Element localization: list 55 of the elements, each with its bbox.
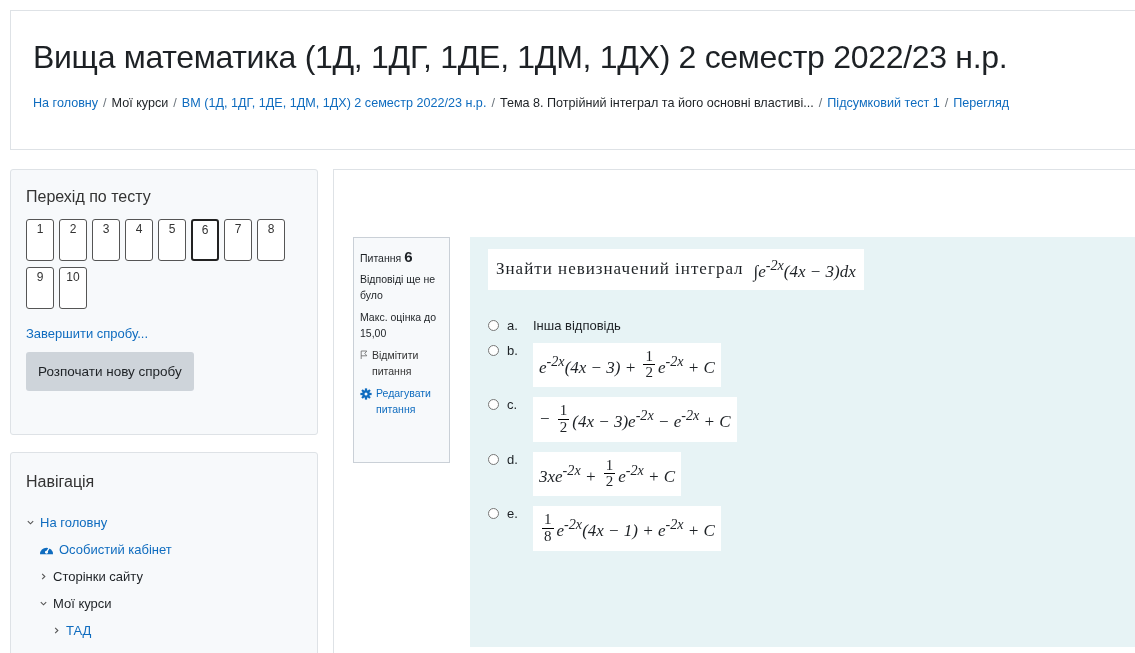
question-button[interactable]: 3: [92, 219, 120, 261]
breadcrumb-separator: /: [491, 96, 495, 110]
question-button[interactable]: 7: [224, 219, 252, 261]
breadcrumb-separator: /: [173, 96, 177, 110]
edit-question-link[interactable]: Редагувати питання: [376, 385, 443, 417]
option-letter: e.: [507, 506, 519, 522]
breadcrumb-separator: /: [944, 96, 949, 110]
flag-question-link[interactable]: Відмітити питання: [372, 347, 443, 379]
max-mark: Макс. оцінка до 15,00: [360, 310, 438, 341]
question-button[interactable]: 10: [59, 267, 87, 309]
question-button[interactable]: 4: [125, 219, 153, 261]
radio-button[interactable]: [488, 453, 499, 465]
radio-button[interactable]: [488, 319, 499, 331]
chevron-right-icon[interactable]: [52, 626, 61, 635]
question-button[interactable]: 1: [26, 219, 54, 261]
flag-icon: [360, 350, 368, 360]
nav-link[interactable]: Особистий кабінет: [59, 542, 172, 557]
breadcrumb-link[interactable]: На головну: [33, 96, 99, 110]
question-text: Знайти невизначений інтеграл: [496, 259, 744, 280]
chevron-down-icon[interactable]: [26, 518, 35, 527]
option-letter: d.: [507, 451, 519, 467]
nav-item[interactable]: Мої курси: [53, 596, 112, 611]
card-title: Навігація: [26, 473, 96, 491]
radio-button[interactable]: [488, 508, 499, 520]
breadcrumb-item: Мої курси: [111, 96, 169, 110]
radio-button[interactable]: [488, 399, 499, 411]
option-text: Інша відповідь: [533, 317, 621, 333]
nav-link[interactable]: ТАД: [66, 623, 92, 638]
breadcrumb-link[interactable]: ВМ (1Д, 1ДГ, 1ДЕ, 1ДМ, 1ДХ) 2 семестр 2022/23 н.р.: [181, 96, 487, 110]
breadcrumb-link[interactable]: Підсумковий тест 1: [827, 96, 940, 110]
settings-icon: [360, 388, 372, 400]
nav-link[interactable]: На головну: [40, 515, 108, 530]
breadcrumb-item: Тема 8. Потрійний інтеграл та його основні властиві...: [499, 96, 814, 110]
card-title: Перехід по тесту: [26, 188, 152, 206]
chevron-right-icon[interactable]: [39, 572, 48, 581]
chevron-down-icon[interactable]: [39, 599, 48, 608]
nav-item[interactable]: Сторінки сайту: [53, 569, 143, 584]
question-number: Питання 6: [360, 248, 414, 265]
question-button[interactable]: 2: [59, 219, 87, 261]
question-state: Відповіді ще не було: [360, 272, 437, 303]
breadcrumb-separator: /: [818, 96, 823, 110]
integral-formula: ∫e$^{-2x}$(4x − 3)dx: [753, 257, 856, 282]
option-letter: a.: [507, 317, 519, 333]
question-button[interactable]: 8: [257, 219, 285, 261]
page-title: Вища математика (1Д, 1ДГ, 1ДЕ, 1ДМ, 1ДХ) 2 семестр 2022/23 н.р.: [33, 39, 1009, 76]
finish-attempt-link[interactable]: Завершити спробу...: [26, 326, 148, 341]
option-letter: c.: [507, 397, 519, 413]
question-button[interactable]: 9: [26, 267, 54, 309]
option-letter: b.: [507, 342, 519, 358]
question-button[interactable]: 6: [191, 219, 219, 261]
question-button[interactable]: 5: [158, 219, 186, 261]
radio-button[interactable]: [488, 344, 499, 356]
breadcrumb-separator: /: [103, 96, 107, 110]
breadcrumb-link[interactable]: Перегляд: [953, 96, 1010, 110]
restart-button[interactable]: Розпочати нову спробу: [26, 352, 194, 391]
